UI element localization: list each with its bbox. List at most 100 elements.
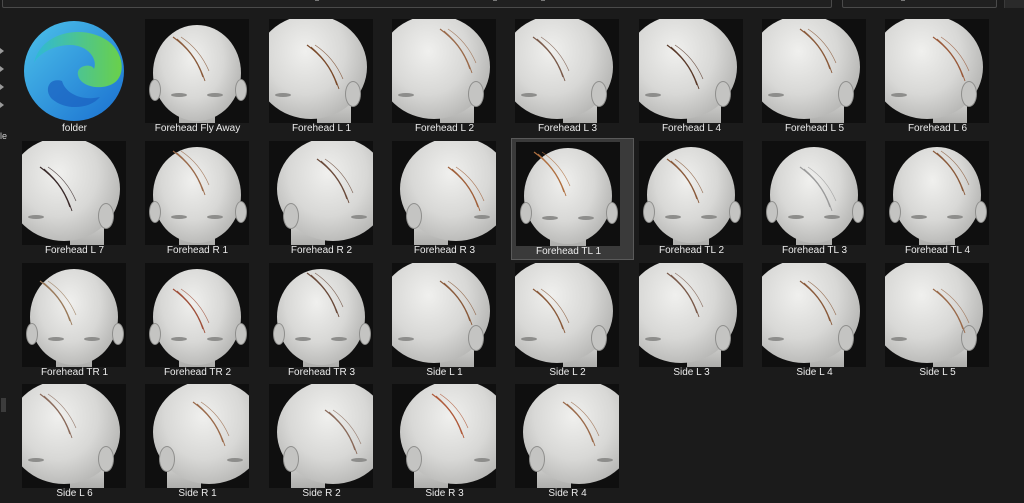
head-thumbnail-image (762, 263, 866, 367)
head-thumbnail-image (885, 141, 989, 245)
head-thumbnail-image (516, 142, 620, 246)
expand-arrow-icon[interactable] (0, 84, 4, 90)
head-thumbnail-image (145, 141, 249, 245)
file-item[interactable]: Forehead L 7 (18, 138, 141, 260)
file-item[interactable]: Side L 3 (635, 260, 758, 382)
head-thumbnail-image (639, 263, 743, 367)
search-field[interactable] (842, 0, 997, 8)
head-thumbnail-image (885, 19, 989, 123)
file-name-label: Forehead R 1 (166, 245, 229, 256)
file-item[interactable]: Forehead L 3 (511, 16, 634, 138)
head-thumbnail-image (515, 384, 619, 488)
file-item[interactable]: Forehead TR 3 (265, 260, 388, 382)
file-item[interactable]: Side R 3 (388, 381, 511, 503)
file-item[interactable]: Forehead L 5 (758, 16, 881, 138)
file-item[interactable]: Forehead TR 2 (141, 260, 264, 382)
file-name-label: Forehead L 6 (907, 123, 968, 134)
file-name-label: Side L 4 (796, 367, 833, 378)
file-name-label: Forehead TR 2 (163, 367, 232, 378)
file-name-label: Side R 1 (178, 488, 217, 499)
nav-item-label[interactable]: le (0, 131, 7, 141)
file-item[interactable]: Forehead TL 2 (635, 138, 758, 260)
file-name-label: Forehead Fly Away (154, 123, 241, 134)
expand-arrow-icon[interactable] (0, 66, 4, 72)
file-item[interactable]: folder (18, 16, 141, 138)
file-name-label: Forehead TR 3 (287, 367, 356, 378)
head-thumbnail-image (269, 384, 373, 488)
file-name-label: Forehead L 7 (44, 245, 105, 256)
file-name-label: Side R 2 (302, 488, 341, 499)
head-thumbnail-image (22, 141, 126, 245)
file-name-label: Forehead L 4 (661, 123, 722, 134)
address-bar-area (0, 0, 1024, 10)
file-name-label: Forehead L 5 (784, 123, 845, 134)
file-item[interactable]: Side L 4 (758, 260, 881, 382)
file-item[interactable]: Forehead L 2 (388, 16, 511, 138)
head-thumbnail-image (22, 384, 126, 488)
file-item[interactable]: Side L 2 (511, 260, 634, 382)
head-thumbnail-image (639, 141, 743, 245)
file-item[interactable]: Forehead L 1 (265, 16, 388, 138)
file-item[interactable]: Forehead R 1 (141, 138, 264, 260)
file-item[interactable]: Forehead TR 1 (18, 260, 141, 382)
path-field[interactable] (2, 0, 832, 8)
file-item[interactable]: Side R 1 (141, 381, 264, 503)
head-thumbnail-image (885, 263, 989, 367)
head-thumbnail-image (269, 141, 373, 245)
file-item[interactable]: Side R 2 (265, 381, 388, 503)
head-thumbnail-image (269, 263, 373, 367)
file-name-label: Side L 5 (919, 367, 956, 378)
head-thumbnail-image (145, 263, 249, 367)
path-glyph (493, 0, 497, 1)
file-item[interactable]: Forehead R 3 (388, 138, 511, 260)
file-name-label: Forehead R 2 (290, 245, 353, 256)
file-item[interactable]: Forehead Fly Away (141, 16, 264, 138)
file-item[interactable]: Side R 4 (511, 381, 634, 503)
file-name-label: Forehead R 3 (413, 245, 476, 256)
file-item[interactable]: Side L 1 (388, 260, 511, 382)
head-thumbnail-image (392, 19, 496, 123)
file-item[interactable]: Forehead L 6 (881, 16, 1004, 138)
file-name-label: Side L 3 (673, 367, 710, 378)
scrollbar-top[interactable] (1004, 0, 1024, 8)
head-thumbnail-image (392, 263, 496, 367)
file-name-label: Forehead L 1 (291, 123, 352, 134)
file-name-label: Forehead TL 2 (658, 245, 725, 256)
head-thumbnail-image (392, 384, 496, 488)
file-item[interactable]: Forehead TL 1 (511, 138, 634, 260)
head-thumbnail-image (22, 263, 126, 367)
expand-arrow-icon[interactable] (0, 102, 4, 108)
head-thumbnail-image (639, 19, 743, 123)
head-thumbnail-image (515, 19, 619, 123)
head-thumbnail-image (515, 263, 619, 367)
search-icon (901, 0, 905, 1)
file-name-label: folder (61, 123, 87, 134)
head-thumbnail-image (392, 141, 496, 245)
file-name-label: Side R 3 (425, 488, 464, 499)
file-item[interactable]: Forehead TL 3 (758, 138, 881, 260)
path-glyph (541, 0, 545, 1)
file-name-label: Side L 2 (549, 367, 586, 378)
file-name-label: Forehead TL 1 (535, 246, 602, 257)
file-item[interactable]: Forehead TL 4 (881, 138, 1004, 260)
nav-scrollbar-thumb[interactable] (1, 398, 6, 412)
file-name-label: Forehead L 2 (414, 123, 475, 134)
file-item[interactable]: Forehead L 4 (635, 16, 758, 138)
head-thumbnail-image (762, 141, 866, 245)
file-name-label: Forehead L 3 (537, 123, 598, 134)
file-name-label: Side L 1 (426, 367, 463, 378)
head-thumbnail-image (762, 19, 866, 123)
file-name-label: Forehead TR 1 (40, 367, 109, 378)
head-thumbnail-image (145, 19, 249, 123)
head-thumbnail-image (269, 19, 373, 123)
path-glyph (315, 0, 319, 1)
expand-arrow-icon[interactable] (0, 48, 4, 54)
file-item[interactable]: Side L 6 (18, 381, 141, 503)
file-name-label: Forehead TL 3 (781, 245, 848, 256)
navigation-pane: le (0, 10, 8, 502)
file-name-label: Side L 6 (56, 488, 93, 499)
file-name-label: Side R 4 (548, 488, 587, 499)
file-item[interactable]: Forehead R 2 (265, 138, 388, 260)
head-thumbnail-image (145, 384, 249, 488)
file-item[interactable]: Side L 5 (881, 260, 1004, 382)
